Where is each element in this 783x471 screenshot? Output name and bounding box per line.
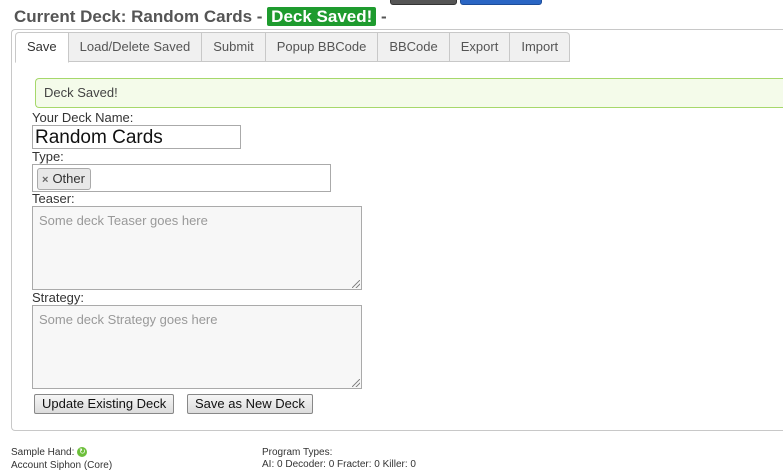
tab-popup-bbcode[interactable]: Popup BBCode — [265, 32, 379, 62]
saved-badge: Deck Saved! — [267, 7, 377, 26]
tab-save[interactable]: Save — [15, 32, 69, 63]
save-as-new-deck-button[interactable]: Save as New Deck — [187, 394, 313, 414]
tab-bar: Save Load/Delete Saved Submit Popup BBCo… — [15, 32, 571, 63]
sample-hand-card[interactable]: Account Siphon (Core) — [11, 460, 112, 471]
remove-tag-icon[interactable]: × — [42, 174, 48, 186]
teaser-label: Teaser: — [32, 191, 75, 206]
type-tag-label: Other — [52, 171, 85, 186]
teaser-textarea[interactable]: Some deck Teaser goes here — [32, 206, 362, 290]
refresh-icon[interactable]: ↻ — [77, 447, 88, 458]
page-title-text: Current Deck: Random Cards - — [14, 7, 268, 26]
deck-name-input[interactable]: Random Cards — [32, 125, 241, 149]
strategy-label: Strategy: — [32, 290, 85, 305]
tab-bbcode[interactable]: BBCode — [378, 32, 450, 62]
sample-hand-heading: Sample Hand: ↻ — [11, 447, 88, 458]
update-existing-deck-button[interactable]: Update Existing Deck — [34, 394, 175, 414]
deck-name-label: Your Deck Name: — [32, 110, 134, 125]
type-tag: × Other — [37, 168, 91, 190]
type-select[interactable]: × Other — [32, 164, 331, 192]
resize-handle-icon[interactable] — [352, 379, 360, 387]
top-nav-button-left[interactable] — [390, 0, 457, 5]
deck-saved-alert: Deck Saved! — [35, 78, 783, 108]
resize-handle-icon[interactable] — [352, 280, 360, 288]
program-types-label: Program Types: — [262, 447, 333, 458]
program-types-values: AI: 0 Decoder: 0 Fracter: 0 Killer: 0 — [262, 459, 416, 470]
strategy-placeholder: Some deck Strategy goes here — [39, 312, 218, 327]
tab-submit[interactable]: Submit — [202, 32, 266, 62]
tab-load-delete-saved[interactable]: Load/Delete Saved — [68, 32, 203, 62]
tab-export[interactable]: Export — [449, 32, 511, 62]
sample-hand-label: Sample Hand: — [11, 447, 75, 458]
tab-import[interactable]: Import — [510, 32, 571, 62]
top-nav-button-right[interactable] — [460, 0, 542, 5]
type-label: Type: — [32, 149, 64, 164]
page-title: Current Deck: Random Cards - Deck Saved!… — [14, 7, 387, 27]
page-title-suffix: - — [376, 7, 387, 26]
strategy-textarea[interactable]: Some deck Strategy goes here — [32, 305, 362, 389]
teaser-placeholder: Some deck Teaser goes here — [39, 213, 208, 228]
